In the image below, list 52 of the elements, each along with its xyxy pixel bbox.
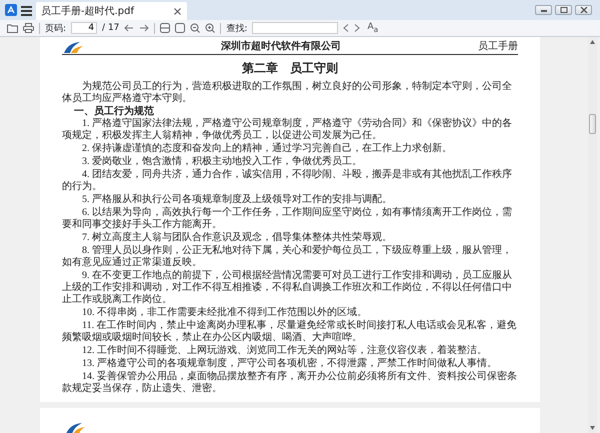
chapter-title: 第二章 员工守则	[241, 60, 339, 77]
close-button[interactable]	[575, 5, 592, 15]
match-case-button[interactable]: A$_{a}$	[365, 22, 380, 34]
zoom-in-icon[interactable]	[205, 23, 216, 33]
logo-icon	[62, 41, 84, 53]
paragraph: 9. 在不变更工作地点的前提下，公司根据经营情况需要可对员工进行工作安排和调动，员工应服从上级的工作安排和调动，对工作不得互相推诿，不得私自调换工作班次和工作岗位，不得以任何借口中止工作或脱离工作岗位。	[62, 270, 513, 306]
document-tab[interactable]: 员工手册-超时代.pdf	[36, 2, 188, 20]
scroll-up-icon[interactable]	[590, 40, 595, 44]
logo-icon	[64, 422, 86, 433]
paragraph: 2. 保持谦虚谨慎的态度和奋发向上的精神，通过学习完善自己，在工作上力求创新。	[81, 143, 453, 155]
minimize-button[interactable]	[535, 5, 552, 15]
section-heading: 一、员工行为规范	[73, 106, 155, 118]
paragraph: 3. 爱岗敬业，饱含激情，积极主动地投入工作，争做优秀员工。	[81, 156, 363, 168]
paragraph: 5. 严格服从和执行公司各项规章制度及上级领导对工作的安排与调配。	[81, 194, 393, 206]
page-total: / 17	[102, 23, 120, 33]
close-icon	[580, 7, 588, 13]
fit-width-icon[interactable]	[160, 23, 170, 33]
page-label: 页码:	[45, 22, 66, 34]
folder-icon[interactable]	[7, 24, 18, 32]
maximize-button[interactable]	[555, 5, 572, 15]
scroll-down-icon[interactable]	[590, 426, 595, 430]
paragraph: 4. 团结友爱，同舟共济，通力合作，诚实信用，不得吵闹、斗殴，搬弄是非或有其他扰乱工作秩序的行为。	[62, 169, 513, 193]
find-next-icon[interactable]	[354, 24, 360, 32]
minimize-icon	[540, 7, 548, 13]
next-page-icon[interactable]	[139, 24, 150, 32]
close-icon[interactable]	[174, 8, 182, 14]
find-label: 查找:	[226, 22, 248, 34]
find-previous-icon[interactable]	[343, 24, 350, 32]
find-field[interactable]	[252, 22, 338, 34]
paragraph: 8. 管理人员以身作则，公正无私地对待下属，关心和爱护每位员工，下级应尊重上级，服从管理，如有意见应通过正常渠道反映。	[62, 245, 513, 269]
paragraph: 1. 严格遵守国家法律法规，严格遵守公司规章制度，严格遵守《劳动合同》和《保密协议》中的各项规定，积极发挥主人翁精神，争做优秀员工，以促进公司发展为己任。	[62, 118, 513, 142]
previous-page-icon[interactable]	[124, 24, 134, 32]
zoom-out-icon[interactable]	[190, 23, 200, 33]
paragraph: 13. 严格遵守公司的各项规章制度，严守公司各项机密，不得泄露，严禁工作时间做私人事情。	[81, 358, 498, 370]
fit-page-icon[interactable]	[175, 23, 186, 33]
menu-icon[interactable]	[21, 6, 32, 16]
page-number-field[interactable]: 4	[71, 22, 98, 34]
scrollbar[interactable]	[588, 37, 597, 433]
scrollbar-thumb[interactable]	[589, 114, 596, 134]
paragraph: 6. 以结果为导向，高效执行每一个工作任务，工作期间应坚守岗位，如有事情须离开工作岗位，需要和同事交接好手头工作方能离开。	[62, 207, 513, 231]
maximize-icon	[560, 7, 568, 13]
paragraph: 14. 妥善保管办公用品，桌面物品摆放整齐有序，离开办公位前必须将所有文件、资料按公司保密条款规定妥当保存，防止遗失、泄密。	[62, 371, 518, 395]
paragraph: 12. 工作时间不得睡觉、上网玩游戏、浏览同工作无关的网站等，注意仪容仪表，着装整洁。	[81, 345, 488, 357]
header-title: 员工手册	[478, 40, 518, 53]
paragraph: 为规范公司员工的行为，营造积极进取的工作氛围，树立良好的公司形象，特制定本守则，公司全体员工均应严格遵守本守则。	[62, 81, 513, 105]
print-icon[interactable]	[23, 23, 34, 33]
paragraph: 10. 不得串岗，非工作需要未经批准不得到工作范围以外的区域。	[81, 307, 368, 319]
paragraph: 7. 树立高度主人翁与团队合作意识及观念，倡导集体整体共性荣辱观。	[81, 232, 393, 244]
company-name: 深圳市超时代软件有限公司	[220, 39, 342, 53]
paragraph: 11. 在工作时间内，禁止中途离岗办理私事，尽量避免经常或长时间接打私人电话或会见私客，避免频繁吸烟或吸烟时间较长，禁止在办公区内吸烟、喝酒、大声喧哗。	[62, 320, 518, 344]
tab-title: 员工手册-超时代.pdf	[41, 4, 134, 18]
pdf-app-icon[interactable]	[5, 4, 17, 16]
